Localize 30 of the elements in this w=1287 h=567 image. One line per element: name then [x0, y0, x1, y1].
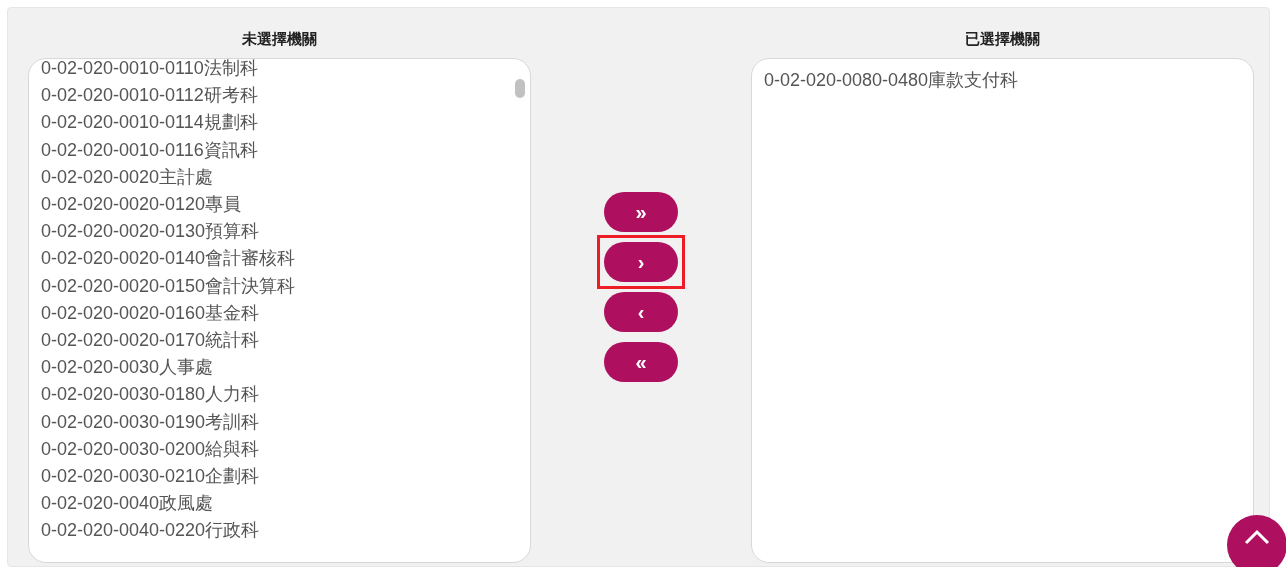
list-box[interactable]: 0-02-020-0080-0480庫款支付科	[751, 58, 1254, 563]
list-item[interactable]: 0-02-020-0030-0210企劃科	[41, 463, 530, 491]
list-item[interactable]: 0-02-020-0010-0110法制科	[41, 59, 530, 83]
list-item[interactable]: 0-02-020-0040-0220行政科	[41, 517, 530, 545]
move-button[interactable]: «	[604, 342, 678, 382]
list-item[interactable]: 0-02-020-0080-0480庫款支付科	[764, 67, 1253, 95]
list-item[interactable]: 0-02-020-0040政風處	[41, 490, 530, 518]
chevron-up-icon	[1243, 529, 1270, 545]
list-title: 未選擇機關	[242, 29, 317, 49]
move-button[interactable]: »	[604, 192, 678, 232]
list-item[interactable]: 0-02-020-0030-0180人力科	[41, 381, 530, 409]
list-item[interactable]: 0-02-020-0020-0140會計審核科	[41, 245, 530, 273]
move-button[interactable]: ›	[604, 242, 678, 282]
list-item[interactable]: 0-02-020-0010-0116資訊科	[41, 136, 530, 164]
list-item[interactable]: 0-02-020-0020-0160基金科	[41, 299, 530, 328]
list-item[interactable]: 0-02-020-0030-0200給與科	[41, 435, 530, 464]
list-item[interactable]: 0-02-020-0010-0114規劃科	[41, 109, 530, 137]
list-item[interactable]: 0-02-020-0020-0150會計決算科	[41, 272, 530, 300]
list-item[interactable]: 0-02-020-0020-0170統計科	[41, 327, 530, 355]
list-item[interactable]: 0-02-020-0020-0120專員	[41, 191, 530, 219]
list-item[interactable]: 0-02-020-0020-0130預算科	[41, 218, 530, 246]
list-title: 已選擇機關	[965, 29, 1040, 49]
back-to-top-button[interactable]	[1227, 515, 1286, 567]
list-item[interactable]: 0-02-020-0010-0112研考科	[41, 82, 530, 110]
scrollbar-thumb[interactable]	[515, 79, 525, 98]
list-item[interactable]: 0-02-020-0030人事處	[41, 354, 530, 382]
list-item[interactable]: 0-02-020-0030-0190考訓科	[41, 408, 530, 436]
list-box[interactable]	[28, 58, 531, 563]
list-item[interactable]: 0-02-020-0020主計處	[41, 163, 530, 191]
move-button[interactable]: ‹	[604, 292, 678, 332]
